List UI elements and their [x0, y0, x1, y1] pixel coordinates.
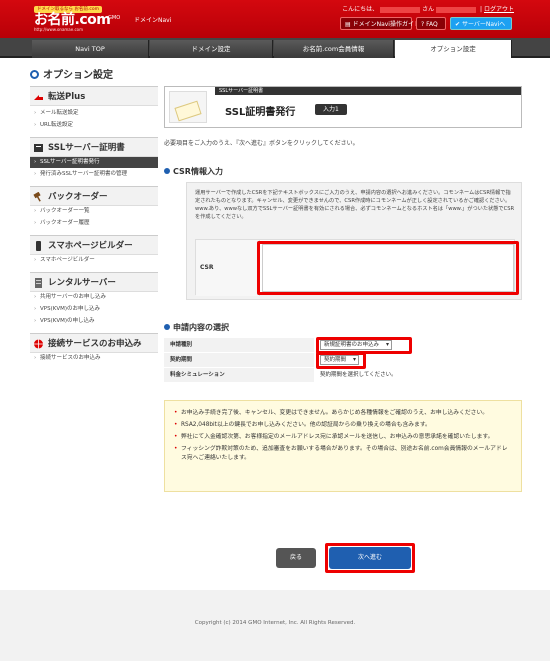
sidebar-item-url-forward[interactable]: URL転送設定: [30, 120, 158, 131]
next-button[interactable]: 次へ進む: [329, 547, 411, 569]
application-type-select[interactable]: 新規証明書のお申込み: [320, 340, 393, 350]
site-name: ドメインNavi: [134, 17, 172, 24]
sidebar-item-vps-kvm-2[interactable]: VPS(KVM)の申し込み: [30, 316, 158, 327]
tab-navi-top[interactable]: Navi TOP: [32, 40, 149, 58]
sidebar-section-backorder: バックオーダー: [30, 186, 158, 206]
section-title: スマホページビルダー: [48, 241, 133, 251]
csr-section-title-text: CSR情報入力: [173, 167, 223, 176]
notice-box: お申込み手続き完了後、キャンセル、変更はできません。あらかじめ各種情報をご確認の…: [164, 400, 522, 492]
gavel-icon: [33, 192, 41, 202]
logo-url: http://www.onamae.com: [34, 27, 84, 32]
masked-userid: [436, 6, 477, 13]
smartphone-icon: [36, 241, 41, 251]
sidebar-item-ssl-manage[interactable]: 発行済みSSLサーバー証明書の管理: [30, 169, 158, 180]
ssl-icon: [34, 144, 43, 152]
globe-icon: [34, 339, 43, 349]
book-icon: ▤: [345, 21, 351, 28]
row-value: 新規証明書のお申込み: [314, 338, 522, 352]
masked-username: [380, 6, 421, 13]
section-title: 接続サービスのお申込み: [48, 339, 142, 349]
csr-panel: 運用サーバーで作成したCSRを下記テキストボックスにご入力のうえ、申請内容の選択…: [186, 182, 522, 300]
sidebar-section-ssl: SSLサーバー証明書: [30, 137, 158, 157]
csr-label: CSR: [196, 240, 260, 296]
section-title: 転送Plus: [48, 92, 86, 102]
bullet-icon: [164, 168, 170, 174]
certificate-card: [174, 100, 202, 122]
logo-text: お名前.com: [34, 12, 111, 28]
notice-list: お申込み手続き完了後、キャンセル、変更はできません。あらかじめ各種情報をご確認の…: [173, 409, 513, 466]
notice-item: お申込み手続き完了後、キャンセル、変更はできません。あらかじめ各種情報をご確認の…: [173, 409, 513, 418]
application-section-title: 申請内容の選択: [164, 322, 229, 333]
page-title-text: オプション設定: [43, 70, 113, 81]
copyright: Copyright (c) 2014 GMO Internet, Inc. Al…: [194, 620, 356, 626]
page-title: オプション設定: [30, 66, 113, 81]
sidebar-item-mail-forward[interactable]: メール転送設定: [30, 108, 158, 119]
sidebar-item-shared-server[interactable]: 共用サーバーのお申し込み: [30, 292, 158, 303]
top-header: ドメイン取るなら お名前.com お名前.com http://www.onam…: [0, 0, 550, 38]
back-button[interactable]: 戻る: [276, 548, 316, 568]
sidebar: 転送Plus メール転送設定 URL転送設定 SSLサーバー証明書 SSLサーバ…: [30, 86, 158, 376]
faq-button-label: FAQ: [426, 21, 438, 28]
bird-icon: ✔: [455, 21, 461, 28]
csr-section-title: CSR情報入力: [164, 166, 223, 177]
server-navi-label: サーバーNaviへ: [461, 21, 506, 28]
sidebar-section-forward-plus: 転送Plus: [30, 86, 158, 106]
section-title: SSLサーバー証明書: [48, 143, 125, 153]
section-title: レンタルサーバー: [48, 278, 116, 288]
main-nav: Navi TOP ドメイン設定 お名前.com会員情報 オプション設定: [0, 38, 550, 58]
sidebar-item-backorder-history[interactable]: バックオーダー履歴: [30, 218, 158, 229]
step-badge: 入力1: [315, 104, 347, 115]
table-row-contract-period: 契約期間 契約期間: [164, 353, 522, 367]
sidebar-item-smartphone-builder[interactable]: スマホページビルダー: [30, 255, 158, 266]
row-label: 申請種別: [164, 338, 314, 352]
row-label: 契約期間: [164, 353, 314, 367]
csr-form-row: CSR: [195, 239, 515, 296]
faq-button[interactable]: ? FAQ: [416, 17, 446, 30]
sidebar-section-rental-server: レンタルサーバー: [30, 272, 158, 292]
logout-link[interactable]: ログアウト: [484, 6, 514, 13]
row-value: 契約期間: [314, 353, 522, 367]
greeting-prefix: こんにちは、: [342, 6, 379, 13]
row-label: 料金シミュレーション: [164, 368, 314, 382]
contract-period-select[interactable]: 契約期間: [320, 355, 360, 365]
tab-domain-settings[interactable]: ドメイン設定: [150, 40, 273, 58]
gmo-label: GMO: [108, 15, 121, 21]
certificate-icon: [169, 91, 207, 123]
sidebar-item-ssl-issue[interactable]: SSLサーバー証明書発行: [30, 157, 158, 168]
banner-category: SSLサーバー証明書: [215, 87, 521, 95]
sidebar-section-connection: 接続サービスのお申込み: [30, 333, 158, 353]
application-section-title-text: 申請内容の選択: [173, 323, 229, 332]
server-icon: [35, 278, 42, 288]
greeting-suffix: さん: [422, 6, 435, 13]
table-row-application-type: 申請種別 新規証明書のお申込み: [164, 338, 522, 352]
circle-icon: [30, 70, 39, 79]
server-navi-button[interactable]: ✔ サーバーNaviへ: [450, 17, 512, 30]
sidebar-item-vps-kvm[interactable]: VPS(KVM)のお申し込み: [30, 304, 158, 315]
notice-item: 弊社にて入金確認次第、お客様指定のメールアドレス宛に承認メールを送信し、お申込み…: [173, 433, 513, 442]
tab-option-settings[interactable]: オプション設定: [395, 40, 512, 58]
tab-member-info[interactable]: お名前.com会員情報: [274, 40, 394, 58]
user-greeting: こんにちは、 さん | ログアウト: [342, 6, 514, 13]
sidebar-section-smartphone: スマホページビルダー: [30, 235, 158, 255]
arrow-icon: [34, 95, 43, 100]
guide-button[interactable]: ▤ ドメインNavi操作ガイド: [340, 17, 420, 30]
page-banner: SSLサーバー証明書 SSL証明書発行 入力1: [164, 86, 522, 128]
table-row-price-simulation: 料金シミュレーション 契約期間を選択してください。: [164, 368, 522, 382]
row-value: 契約期間を選択してください。: [314, 368, 522, 382]
sidebar-item-backorder-list[interactable]: バックオーダー一覧: [30, 206, 158, 217]
guide-button-label: ドメインNavi操作ガイド: [352, 21, 420, 28]
bullet-icon: [164, 324, 170, 330]
intro-text: 必要項目をご入力のうえ、『次へ進む』ボタンをクリックしてください。: [164, 140, 359, 147]
notice-item: RSA2,048bit以上の鍵長でお申し込みください。他の認証局からの乗り換えの…: [173, 421, 513, 430]
csr-description: 運用サーバーで作成したCSRを下記テキストボックスにご入力のうえ、申請内容の選択…: [195, 190, 515, 220]
sidebar-item-connection-apply[interactable]: 接続サービスのお申込み: [30, 353, 158, 364]
csr-textarea[interactable]: [262, 244, 514, 292]
notice-item: フィッシング詐欺対策のため、追加審査をお願いする場合があります。その場合は、別途…: [173, 445, 513, 463]
banner-title: SSL証明書発行: [225, 107, 296, 118]
section-title: バックオーダー: [48, 192, 108, 202]
question-icon: ?: [421, 21, 425, 28]
page-footer: Copyright (c) 2014 GMO Internet, Inc. Al…: [0, 590, 550, 661]
